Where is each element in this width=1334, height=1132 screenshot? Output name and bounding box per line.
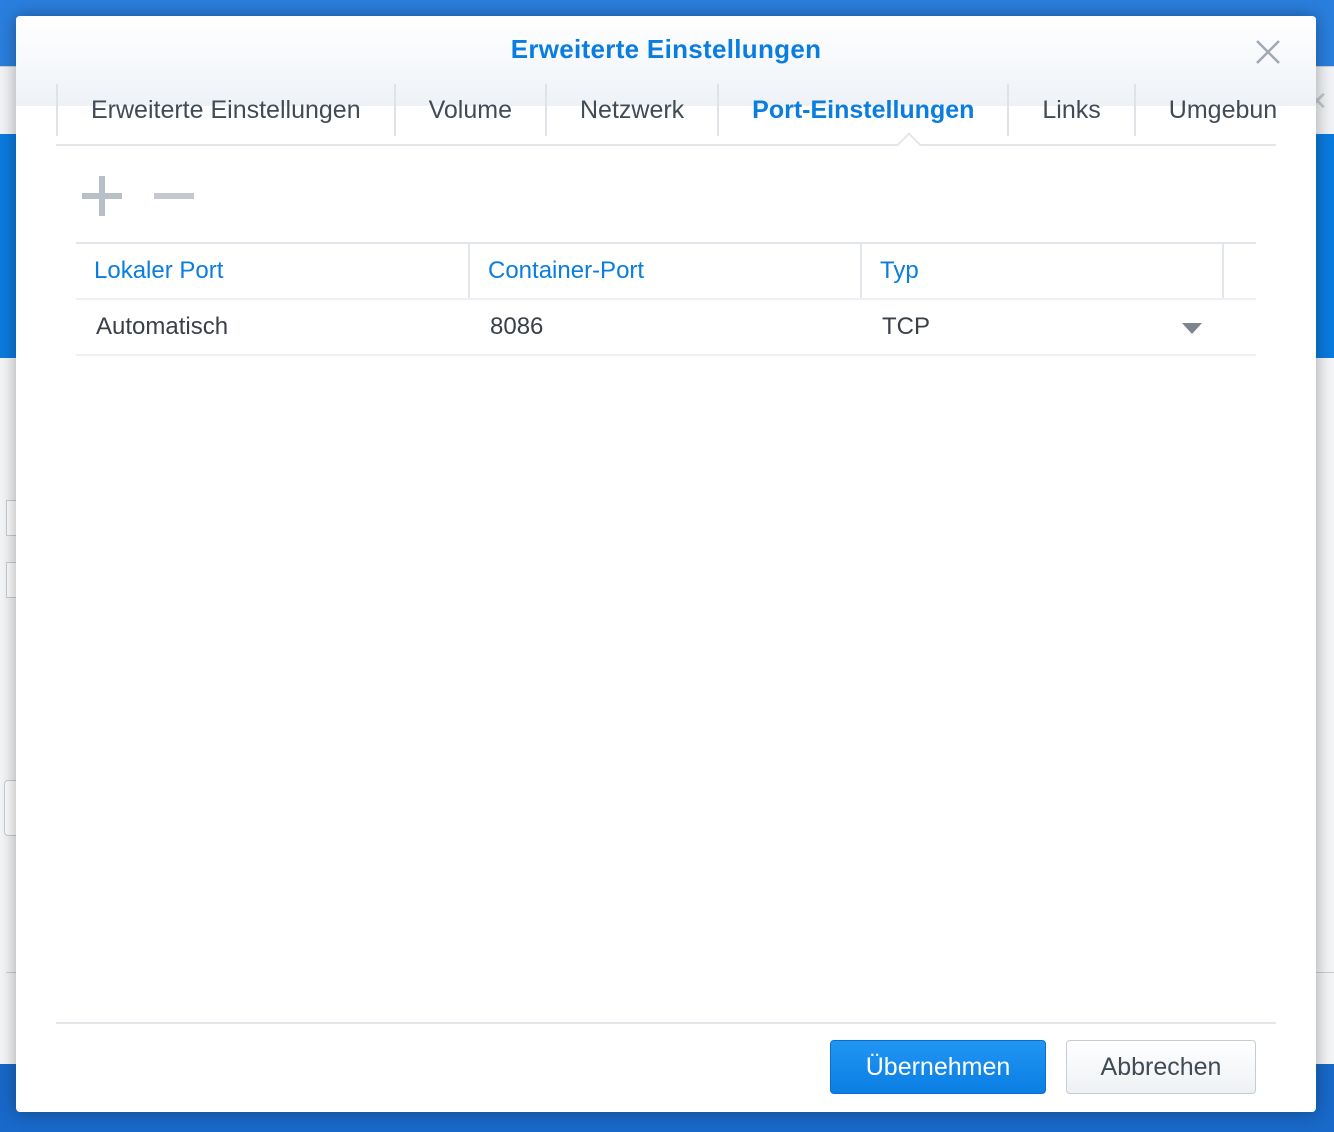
tab-label: Netzwerk	[579, 95, 685, 124]
tab-network[interactable]: Netzwerk	[544, 84, 717, 136]
column-header-type[interactable]: Typ	[862, 244, 1224, 298]
tab-advanced-settings[interactable]: Erweiterte Einstellungen	[56, 84, 394, 136]
dialog-title: Erweiterte Einstellungen	[510, 34, 822, 64]
tab-links[interactable]: Links	[1007, 84, 1133, 136]
tab-volume[interactable]: Volume	[393, 84, 545, 136]
local-port-cell[interactable]: Automatisch	[76, 300, 470, 354]
advanced-settings-dialog: Erweiterte Einstellungen Erweiterte Eins…	[16, 16, 1316, 1112]
tab-underline	[56, 144, 1276, 146]
table-row[interactable]: Automatisch 8086 TCP	[76, 300, 1256, 356]
tab-port-settings[interactable]: Port-Einstellungen	[717, 84, 1007, 136]
column-header-local-port[interactable]: Lokaler Port	[76, 244, 470, 298]
cancel-button[interactable]: Abbrechen	[1066, 1040, 1256, 1094]
tab-label: Erweiterte Einstellungen	[91, 95, 361, 124]
type-select-value: TCP	[882, 313, 930, 340]
plus-icon[interactable]	[80, 174, 124, 218]
chevron-down-icon[interactable]	[1182, 323, 1202, 335]
tab-label: Links	[1042, 95, 1101, 124]
container-port-cell[interactable]: 8086	[470, 300, 862, 354]
close-icon[interactable]	[1252, 36, 1284, 68]
column-header-container-port[interactable]: Container-Port	[470, 244, 862, 298]
apply-button[interactable]: Übernehmen	[830, 1040, 1046, 1094]
type-select[interactable]: TCP	[862, 300, 1224, 354]
table-header: Lokaler Port Container-Port Typ	[76, 242, 1256, 300]
minus-icon[interactable]	[152, 174, 196, 218]
footer-divider	[56, 1022, 1276, 1024]
tab-environment[interactable]: Umgebung	[1133, 84, 1276, 136]
tab-bar: Erweiterte Einstellungen Volume Netzwerk…	[56, 84, 1276, 146]
tab-label: Port-Einstellungen	[752, 95, 975, 124]
tab-label: Volume	[428, 95, 512, 124]
port-table: Lokaler Port Container-Port Typ Automati…	[76, 242, 1256, 356]
column-header-spacer	[1224, 244, 1256, 298]
tab-label: Umgebung	[1168, 95, 1276, 124]
